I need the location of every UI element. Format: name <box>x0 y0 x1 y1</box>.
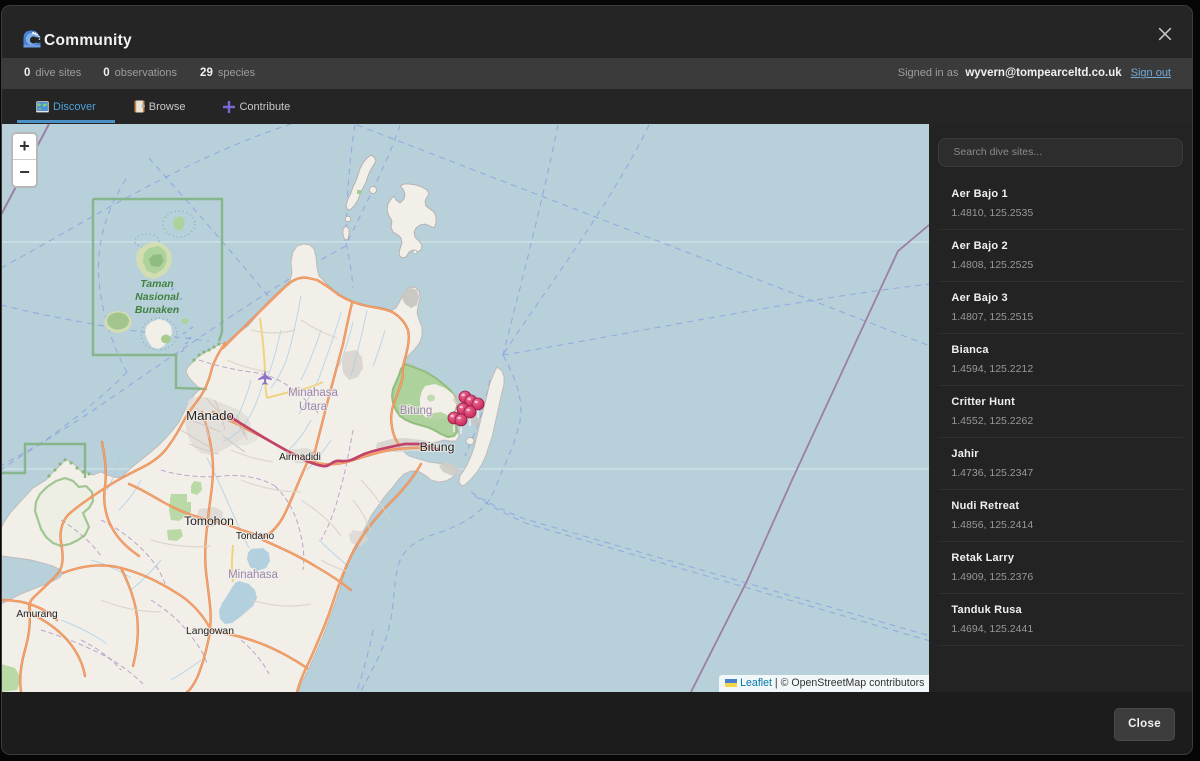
svg-text:Utara: Utara <box>299 401 328 413</box>
svg-text:Minahasa: Minahasa <box>288 387 338 399</box>
svg-text:Tondano: Tondano <box>236 531 275 542</box>
svg-text:Bitung: Bitung <box>420 440 455 454</box>
svg-text:Langowan: Langowan <box>186 626 234 637</box>
svg-text:Airmadidi: Airmadidi <box>279 452 321 463</box>
svg-text:Taman: Taman <box>140 278 173 290</box>
svg-text:Minahasa: Minahasa <box>228 569 278 581</box>
svg-text:Amurang: Amurang <box>16 609 58 620</box>
svg-text:Tomohon: Tomohon <box>184 514 234 528</box>
svg-text:Nasional: Nasional <box>135 291 180 303</box>
svg-text:Manado: Manado <box>186 408 234 423</box>
svg-text:Bitung: Bitung <box>400 405 433 417</box>
svg-text:Bunaken: Bunaken <box>135 304 179 316</box>
